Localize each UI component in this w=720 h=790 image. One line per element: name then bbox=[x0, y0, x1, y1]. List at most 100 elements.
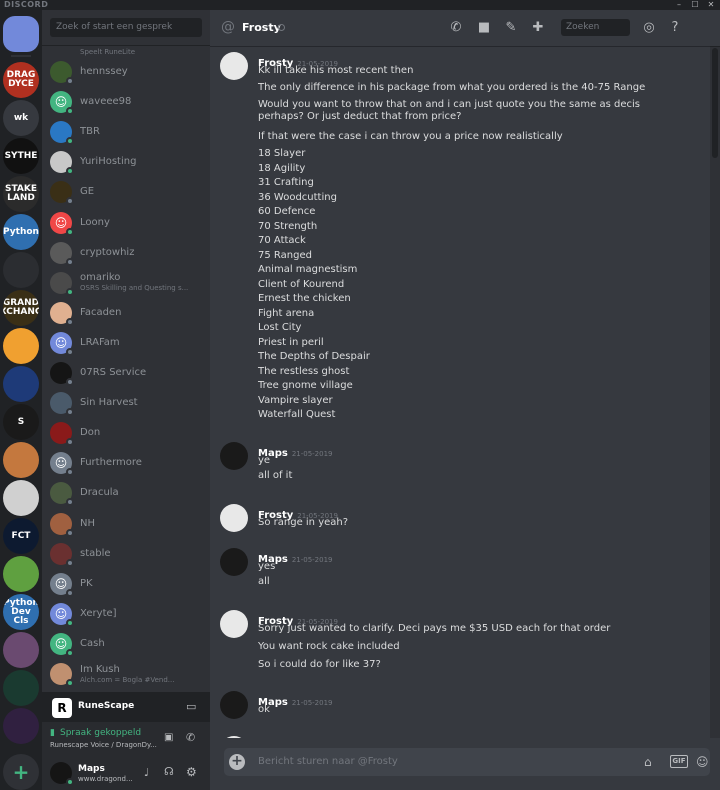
minimize-button[interactable]: – bbox=[672, 0, 686, 10]
guild-icon-3[interactable]: SYTHE bbox=[3, 138, 39, 174]
guild-icon-9[interactable] bbox=[3, 366, 39, 402]
guild-icon-13[interactable]: FCT bbox=[3, 518, 39, 554]
close-button[interactable]: ✕ bbox=[704, 0, 718, 10]
list-item[interactable]: Sin Harvest bbox=[50, 389, 202, 417]
mention-icon[interactable]: ◎ bbox=[641, 20, 657, 36]
dm-sidebar: Zoek of start een gesprek Speelt RuneLit… bbox=[42, 10, 210, 790]
message-text: all bbox=[258, 575, 270, 587]
guild-icon-7[interactable]: GRAND EXCHANGE bbox=[3, 290, 39, 326]
list-item[interactable]: ☺ PK bbox=[50, 570, 202, 598]
list-item[interactable]: cryptowhiz bbox=[50, 239, 202, 267]
scrollbar-thumb[interactable] bbox=[712, 48, 718, 158]
status-dot bbox=[66, 77, 74, 85]
avatar[interactable] bbox=[220, 442, 248, 470]
disconnect-icon[interactable]: ✆ bbox=[186, 731, 195, 744]
guild-icon-1[interactable]: DRAG DYCE bbox=[3, 62, 39, 98]
guild-icon-16[interactable] bbox=[3, 632, 39, 668]
avatar[interactable] bbox=[220, 52, 248, 80]
list-item[interactable]: stable bbox=[50, 540, 202, 568]
guild-icon-18[interactable] bbox=[3, 708, 39, 744]
screen-share-icon[interactable]: ▭ bbox=[186, 700, 196, 713]
guild-icon-0[interactable] bbox=[3, 16, 39, 52]
list-item[interactable]: ☺ LRAFam bbox=[50, 329, 202, 357]
list-item[interactable]: omariko OSRS Skilling and Questing s... bbox=[50, 269, 202, 297]
list-item[interactable]: Facaden bbox=[50, 299, 202, 327]
list-item[interactable]: NH bbox=[50, 510, 202, 538]
status-dot bbox=[66, 227, 74, 236]
video-icon[interactable]: ▣ bbox=[164, 732, 173, 743]
avatar[interactable] bbox=[220, 691, 248, 719]
upload-plus-icon[interactable]: + bbox=[229, 754, 245, 770]
avatar[interactable] bbox=[220, 548, 248, 576]
list-item[interactable]: ☺ Loony bbox=[50, 209, 202, 237]
list-item[interactable]: ☺ Cash bbox=[50, 630, 202, 658]
maximize-button[interactable]: ☐ bbox=[688, 0, 702, 10]
guild-icon-8[interactable] bbox=[3, 328, 39, 364]
list-item[interactable]: YuriHosting bbox=[50, 148, 202, 176]
voice-channel[interactable]: Runescape Voice / DragonDy... bbox=[50, 741, 162, 749]
list-item[interactable]: Speelt RuneLite bbox=[42, 46, 210, 58]
guild-icon-5[interactable]: Python bbox=[3, 214, 39, 250]
message-composer[interactable]: + Bericht sturen naar @Frosty ⌂ GIF ☺ bbox=[224, 748, 710, 776]
message-text: Ernest the chicken bbox=[258, 293, 351, 304]
message-text: Kk ill take his most recent then bbox=[258, 65, 414, 76]
avatar[interactable] bbox=[220, 736, 248, 738]
message-text: all of it bbox=[258, 469, 293, 481]
message-text: Animal magnestism bbox=[258, 264, 358, 275]
dm-list[interactable]: Speelt RuneLite hennssey ☺ waveee98 TBR Yuri… bbox=[42, 46, 210, 698]
message-input[interactable]: Bericht sturen naar @Frosty bbox=[258, 756, 398, 768]
list-item[interactable]: ☺ Xeryte] bbox=[50, 600, 202, 628]
dm-name: PK bbox=[80, 577, 93, 589]
guild-label: SYTHE bbox=[4, 150, 38, 161]
chat-header: @ Frosty ✆ ■ ✎ ✚ Zoeken ◎ ? bbox=[210, 10, 720, 46]
message-text: 31 Crafting bbox=[258, 177, 314, 188]
dm-name: Sin Harvest bbox=[80, 397, 138, 409]
guild-icon-6[interactable] bbox=[3, 252, 39, 288]
gif-button[interactable]: GIF bbox=[670, 755, 688, 768]
avatar[interactable] bbox=[220, 504, 248, 532]
voice-panel: ▮ Spraak gekoppeld Runescape Voice / Dra… bbox=[42, 722, 210, 756]
headphones-icon[interactable]: ☊ bbox=[164, 765, 174, 778]
list-item[interactable]: GE bbox=[50, 178, 202, 206]
dm-name: YuriHosting bbox=[80, 156, 137, 168]
list-item[interactable]: 07RS Service bbox=[50, 359, 202, 387]
gift-icon[interactable]: ⌂ bbox=[644, 754, 652, 770]
status-dot bbox=[66, 197, 74, 206]
add-friend-icon[interactable]: ✚ bbox=[530, 20, 546, 36]
guild-icon-14[interactable] bbox=[3, 556, 39, 592]
list-item[interactable]: ☺ waveee98 bbox=[50, 88, 202, 116]
search-input[interactable]: Zoeken bbox=[561, 19, 630, 36]
guild-label: S bbox=[17, 416, 25, 427]
avatar: ☺ bbox=[50, 331, 74, 356]
scrollbar[interactable] bbox=[710, 46, 720, 738]
guild-icon-15[interactable]: Python Dev Cls bbox=[3, 594, 39, 630]
guild-icon-17[interactable] bbox=[3, 670, 39, 706]
list-item[interactable]: Don bbox=[50, 419, 202, 447]
settings-gear-icon[interactable]: ⚙ bbox=[186, 765, 197, 779]
pin-icon[interactable]: ✎ bbox=[503, 20, 519, 36]
list-item[interactable]: Im Kush Alch.com = Bogla #Vend... bbox=[50, 660, 202, 688]
call-icon[interactable]: ✆ bbox=[448, 20, 464, 36]
message-text: 18 Agility bbox=[258, 162, 306, 174]
list-item[interactable]: Dracula bbox=[50, 479, 202, 507]
help-icon[interactable]: ? bbox=[667, 20, 683, 36]
avatar[interactable] bbox=[220, 610, 248, 638]
microphone-icon[interactable]: ♩ bbox=[144, 766, 149, 779]
at-icon: @ bbox=[221, 19, 235, 35]
message-text: Lost City bbox=[258, 322, 302, 333]
guild-icon-4[interactable]: STAKE LAND bbox=[3, 176, 39, 212]
add-server-button[interactable]: + bbox=[3, 754, 39, 790]
server-panel[interactable]: R RuneScape ▭ bbox=[42, 692, 210, 722]
list-item[interactable]: TBR bbox=[50, 118, 202, 146]
guild-icon-12[interactable] bbox=[3, 480, 39, 516]
video-call-icon[interactable]: ■ bbox=[476, 20, 492, 36]
guild-icon-2[interactable]: wk bbox=[3, 100, 39, 136]
status-dot bbox=[66, 618, 74, 627]
status-dot bbox=[66, 648, 74, 657]
list-item[interactable]: ☺ Furthermore bbox=[50, 449, 202, 477]
list-item[interactable]: hennssey bbox=[50, 58, 202, 86]
guild-icon-10[interactable]: S bbox=[3, 404, 39, 440]
emoji-icon[interactable]: ☺ bbox=[696, 754, 709, 770]
guild-icon-11[interactable] bbox=[3, 442, 39, 478]
dm-search-input[interactable]: Zoek of start een gesprek bbox=[50, 18, 202, 37]
